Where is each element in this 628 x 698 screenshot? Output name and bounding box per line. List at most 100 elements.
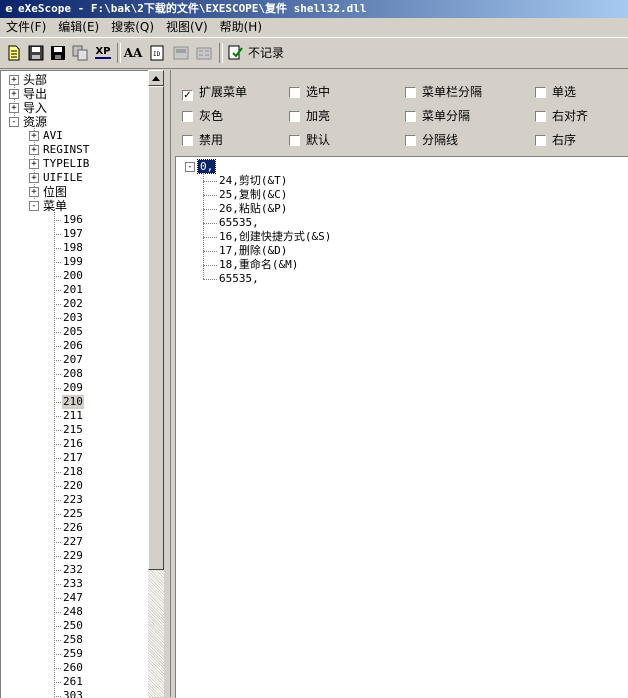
- checkbox-unchecked[interactable]: [535, 135, 546, 146]
- disabled-button-1[interactable]: [170, 42, 192, 64]
- disabled-button-2[interactable]: [193, 42, 215, 64]
- menu-item-entry[interactable]: 16,创建快捷方式(&S): [219, 230, 331, 244]
- checkbox-checked[interactable]: ✓: [182, 90, 193, 101]
- tree-expander[interactable]: +: [29, 159, 39, 169]
- tree-menu-id[interactable]: 225: [62, 507, 84, 521]
- option-checkbox[interactable]: 右序: [535, 132, 576, 148]
- tree-expander[interactable]: +: [9, 75, 19, 85]
- option-checkbox[interactable]: 加亮: [289, 108, 330, 124]
- copy-button[interactable]: [69, 42, 91, 64]
- tree-node-label[interactable]: 导出: [23, 87, 47, 101]
- checkbox-unchecked[interactable]: [289, 87, 300, 98]
- save-all-button[interactable]: [47, 42, 69, 64]
- tree-menu-id[interactable]: 261: [62, 675, 84, 689]
- no-record-button[interactable]: [224, 42, 246, 64]
- no-record-label[interactable]: 不记录: [248, 43, 284, 63]
- menu-item-entry[interactable]: 18,重命名(&M): [219, 258, 298, 272]
- new-doc-button[interactable]: [3, 42, 25, 64]
- tree-expander[interactable]: +: [29, 131, 39, 141]
- tree-node-label[interactable]: AVI: [43, 129, 63, 143]
- menu-view[interactable]: 视图(V): [160, 18, 214, 36]
- tree-node-label[interactable]: 位图: [43, 185, 67, 199]
- tree-menu-id[interactable]: 218: [62, 465, 84, 479]
- option-checkbox[interactable]: 分隔线: [405, 132, 458, 148]
- tree-menu-id[interactable]: 260: [62, 661, 84, 675]
- tree-menu-id[interactable]: 215: [62, 423, 84, 437]
- tree-menu-id[interactable]: 200: [62, 269, 84, 283]
- menu-tree-root[interactable]: 0,: [196, 159, 217, 174]
- tree-menu-id[interactable]: 216: [62, 437, 84, 451]
- tree-menu-id[interactable]: 206: [62, 339, 84, 353]
- option-checkbox[interactable]: 灰色: [182, 108, 223, 124]
- tree-expander[interactable]: +: [29, 187, 39, 197]
- tree-menu-id[interactable]: 229: [62, 549, 84, 563]
- tree-menu-id[interactable]: 197: [62, 227, 84, 241]
- option-checkbox[interactable]: 默认: [289, 132, 330, 148]
- tree-node-label[interactable]: REGINST: [43, 143, 89, 157]
- tree-expander[interactable]: +: [29, 173, 39, 183]
- tree-menu-id[interactable]: 199: [62, 255, 84, 269]
- menu-item-entry[interactable]: 24,剪切(&T): [219, 174, 287, 188]
- scroll-up-button[interactable]: [148, 70, 164, 86]
- tree-menu-id[interactable]: 250: [62, 619, 84, 633]
- checkbox-unchecked[interactable]: [405, 87, 416, 98]
- checkbox-unchecked[interactable]: [405, 111, 416, 122]
- tree-menu-id[interactable]: 202: [62, 297, 84, 311]
- option-checkbox[interactable]: 单选: [535, 84, 576, 100]
- font-button[interactable]: AA: [122, 42, 144, 64]
- tree-menu-id[interactable]: 203: [62, 311, 84, 325]
- tree-menu-id[interactable]: 198: [62, 241, 84, 255]
- option-checkbox[interactable]: 菜单分隔: [405, 108, 470, 124]
- checkbox-unchecked[interactable]: [289, 135, 300, 146]
- tree-menu-id[interactable]: 205: [62, 325, 84, 339]
- menu-item-entry[interactable]: 65535,: [219, 216, 259, 230]
- menu-item-entry[interactable]: 26,粘贴(&P): [219, 202, 287, 216]
- tree-menu-id[interactable]: 208: [62, 367, 84, 381]
- checkbox-unchecked[interactable]: [405, 135, 416, 146]
- menu-search[interactable]: 搜索(Q): [105, 18, 160, 36]
- menu-item-entry[interactable]: 25,复制(&C): [219, 188, 287, 202]
- tree-menu-id[interactable]: 207: [62, 353, 84, 367]
- menu-help[interactable]: 帮助(H): [214, 18, 268, 36]
- tree-node-label[interactable]: UIFILE: [43, 171, 83, 185]
- tree-node-label[interactable]: 资源: [23, 115, 47, 129]
- option-checkbox[interactable]: 禁用: [182, 132, 223, 148]
- tree-menu-id[interactable]: 247: [62, 591, 84, 605]
- tree-expander[interactable]: +: [9, 89, 19, 99]
- tree-expander[interactable]: -: [9, 117, 19, 127]
- tree-menu-id[interactable]: 248: [62, 605, 84, 619]
- menu-file[interactable]: 文件(F): [0, 18, 52, 36]
- tree-menu-id[interactable]: 217: [62, 451, 84, 465]
- tree-scrollbar[interactable]: [148, 70, 164, 697]
- menu-tree-expander[interactable]: -: [185, 162, 195, 172]
- tree-node-label[interactable]: 导入: [23, 101, 47, 115]
- tree-menu-id[interactable]: 220: [62, 479, 84, 493]
- tree-menu-id[interactable]: 210: [62, 395, 84, 409]
- tree-expander[interactable]: +: [9, 103, 19, 113]
- menu-item-tree[interactable]: -0, 24,剪切(&T) 25,复制(&C) 26,粘贴(&P) 65535, 16,创…: [175, 156, 628, 698]
- tree-menu-id[interactable]: 223: [62, 493, 84, 507]
- option-checkbox[interactable]: ✓ 扩展菜单: [182, 84, 247, 101]
- scroll-thumb[interactable]: [148, 86, 164, 570]
- tree-menu-id[interactable]: 201: [62, 283, 84, 297]
- tree-node-label[interactable]: 菜单: [43, 199, 67, 213]
- tree-menu-id[interactable]: 227: [62, 535, 84, 549]
- resource-tree[interactable]: + 头部 + 导出 + 导入 - 资源 + AVI + REGINST + TYPELIB + UIFILE +…: [0, 70, 149, 698]
- tree-menu-id[interactable]: 209: [62, 381, 84, 395]
- tree-menu-id[interactable]: 258: [62, 633, 84, 647]
- option-checkbox[interactable]: 菜单栏分隔: [405, 84, 482, 100]
- menu-edit[interactable]: 编辑(E): [52, 18, 105, 36]
- save-button[interactable]: [25, 42, 47, 64]
- tree-menu-id[interactable]: 233: [62, 577, 84, 591]
- tree-menu-id[interactable]: 196: [62, 213, 84, 227]
- menu-item-entry[interactable]: 65535,: [219, 272, 259, 286]
- title-bar[interactable]: e eXeScope - F:\bak\2下载的文件\EXESCOPE\复件 s…: [0, 0, 628, 18]
- option-checkbox[interactable]: 选中: [289, 84, 330, 100]
- tree-node-label[interactable]: TYPELIB: [43, 157, 89, 171]
- xp-button[interactable]: XP: [92, 42, 114, 64]
- checkbox-unchecked[interactable]: [182, 135, 193, 146]
- checkbox-unchecked[interactable]: [289, 111, 300, 122]
- menu-item-entry[interactable]: 17,删除(&D): [219, 244, 287, 258]
- tree-menu-id[interactable]: 259: [62, 647, 84, 661]
- checkbox-unchecked[interactable]: [535, 111, 546, 122]
